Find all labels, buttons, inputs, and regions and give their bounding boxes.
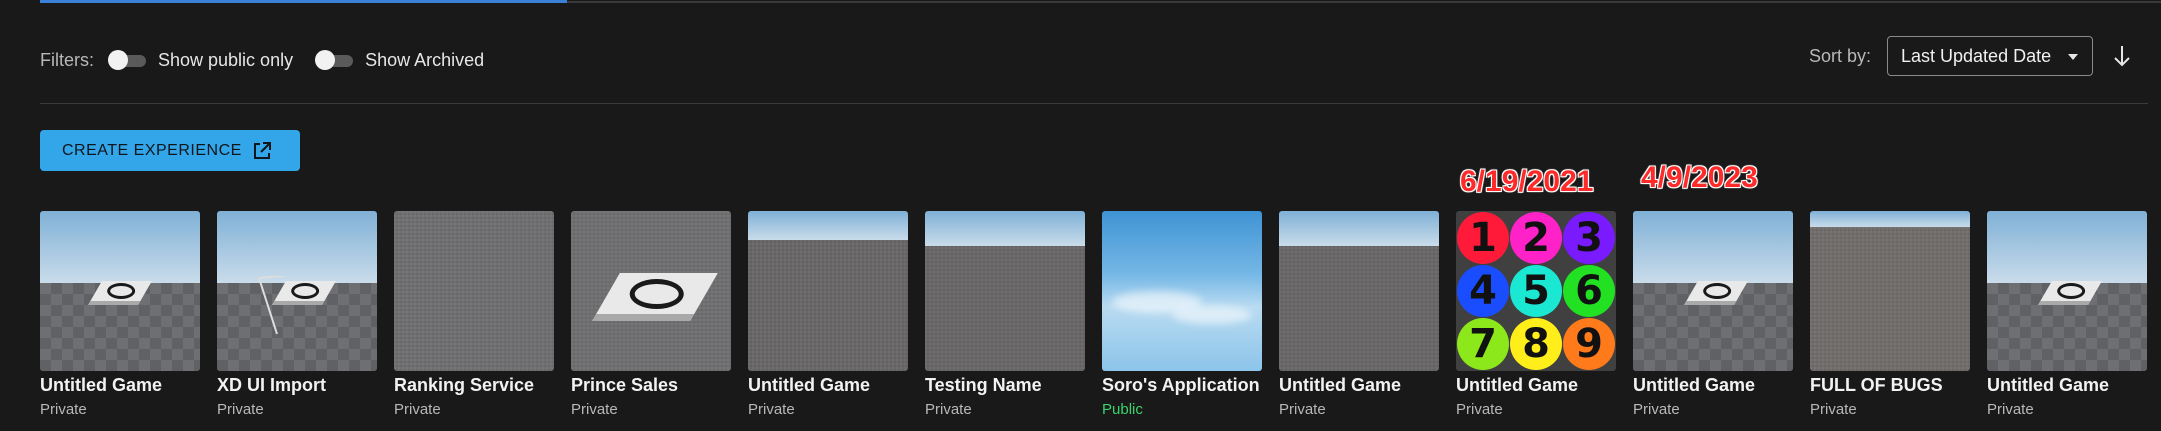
tab-bar: [0, 0, 2161, 4]
number-ball: 7: [1457, 318, 1509, 370]
experience-status: Private: [748, 401, 795, 418]
active-tab-indicator: [40, 0, 567, 3]
experience-status: Private: [1456, 401, 1503, 418]
experience-card[interactable]: Testing Name Private: [925, 211, 1085, 418]
show-archived-label[interactable]: Show Archived: [365, 50, 484, 71]
experience-card[interactable]: 1 2 3 4 5 6 7 8 9 Untitled Game Private: [1456, 211, 1616, 418]
experience-thumbnail[interactable]: [1102, 211, 1262, 371]
create-experience-label: CREATE EXPERIENCE: [62, 141, 242, 159]
toggle-knob: [315, 50, 336, 70]
number-ball: 9: [1563, 318, 1615, 370]
experience-status: Private: [1987, 401, 2034, 418]
experience-status: Private: [40, 401, 87, 418]
experience-status: Public: [1102, 401, 1143, 418]
experience-name[interactable]: XD UI Import: [217, 375, 397, 396]
experience-card[interactable]: Untitled Game Private: [748, 211, 908, 418]
show-public-only-toggle[interactable]: [108, 50, 146, 70]
sort-selected-value: Last Updated Date: [1901, 45, 2052, 66]
experience-name[interactable]: Untitled Game: [40, 375, 220, 396]
sort-controls: Sort by: Last Updated Date: [1809, 36, 2133, 76]
section-divider: [40, 103, 2148, 104]
experience-name[interactable]: Untitled Game: [1456, 375, 1636, 396]
sort-label: Sort by:: [1808, 45, 1871, 66]
experience-name[interactable]: Ranking Service: [394, 375, 574, 396]
filters-label: Filters:: [40, 49, 94, 70]
experience-status: Private: [1633, 401, 1680, 418]
experience-card[interactable]: Untitled Game Private: [40, 211, 200, 418]
experience-status: Private: [217, 401, 264, 418]
show-archived-toggle[interactable]: [315, 50, 354, 70]
number-ball: 2: [1510, 212, 1562, 264]
experience-status: Private: [571, 401, 618, 418]
date-annotation: 6/19/2021: [1460, 165, 1594, 198]
toggle-knob: [108, 50, 128, 70]
experience-name[interactable]: FULL OF BUGS: [1810, 375, 1990, 396]
experience-card[interactable]: Prince Sales Private: [571, 211, 731, 418]
number-ball: 8: [1510, 318, 1562, 370]
experience-thumbnail[interactable]: [1279, 211, 1439, 371]
experience-card[interactable]: FULL OF BUGS Private: [1810, 211, 1970, 418]
experience-card[interactable]: XD UI Import Private: [217, 211, 377, 418]
experience-status: Private: [1810, 401, 1857, 418]
number-ball: 5: [1510, 265, 1562, 317]
sort-select[interactable]: Last Updated Date: [1887, 36, 2093, 76]
arrow-down-icon: [2114, 46, 2130, 67]
experience-thumbnail[interactable]: [40, 211, 200, 371]
experience-thumbnail[interactable]: [571, 211, 731, 371]
sort-direction-button[interactable]: [2111, 41, 2133, 71]
experience-thumbnail[interactable]: [1810, 211, 1970, 371]
experience-card[interactable]: Ranking Service Private: [394, 211, 554, 418]
experience-name[interactable]: Untitled Game: [1633, 375, 1813, 396]
experience-card[interactable]: Soro's Application Public: [1102, 211, 1262, 418]
experience-card[interactable]: Untitled Game Private: [1279, 211, 1439, 418]
create-experience-button[interactable]: CREATE EXPERIENCE: [40, 130, 300, 171]
experience-thumbnail[interactable]: [1633, 211, 1793, 371]
experience-name[interactable]: Untitled Game: [1987, 375, 2161, 396]
filters-bar: Filters: Show public only Show Archived: [40, 46, 506, 74]
experience-card[interactable]: Untitled Game Private: [1633, 211, 1793, 418]
experience-name[interactable]: Prince Sales: [571, 375, 751, 396]
experience-card[interactable]: Untitled Game Private: [1987, 211, 2147, 418]
experience-thumbnail[interactable]: [925, 211, 1085, 371]
experience-thumbnail[interactable]: 1 2 3 4 5 6 7 8 9: [1456, 211, 1616, 371]
experience-thumbnail[interactable]: [394, 211, 554, 371]
number-ball: 3: [1563, 212, 1615, 264]
experience-name[interactable]: Soro's Application: [1102, 375, 1282, 396]
experience-thumbnail[interactable]: [217, 211, 377, 371]
experience-name[interactable]: Untitled Game: [748, 375, 928, 396]
experience-status: Private: [925, 401, 972, 418]
external-link-icon: [253, 141, 271, 159]
show-public-only-label[interactable]: Show public only: [158, 50, 293, 71]
number-ball: 1: [1457, 212, 1509, 264]
date-annotation: 4/9/2023: [1641, 161, 1758, 194]
caret-down-icon: [2068, 54, 2078, 60]
experience-status: Private: [1279, 401, 1326, 418]
number-ball: 6: [1563, 265, 1615, 317]
experience-name[interactable]: Testing Name: [925, 375, 1105, 396]
experience-thumbnail[interactable]: [1987, 211, 2147, 371]
experience-status: Private: [394, 401, 441, 418]
experience-name[interactable]: Untitled Game: [1279, 375, 1459, 396]
number-ball: 4: [1457, 265, 1509, 317]
experience-thumbnail[interactable]: [748, 211, 908, 371]
